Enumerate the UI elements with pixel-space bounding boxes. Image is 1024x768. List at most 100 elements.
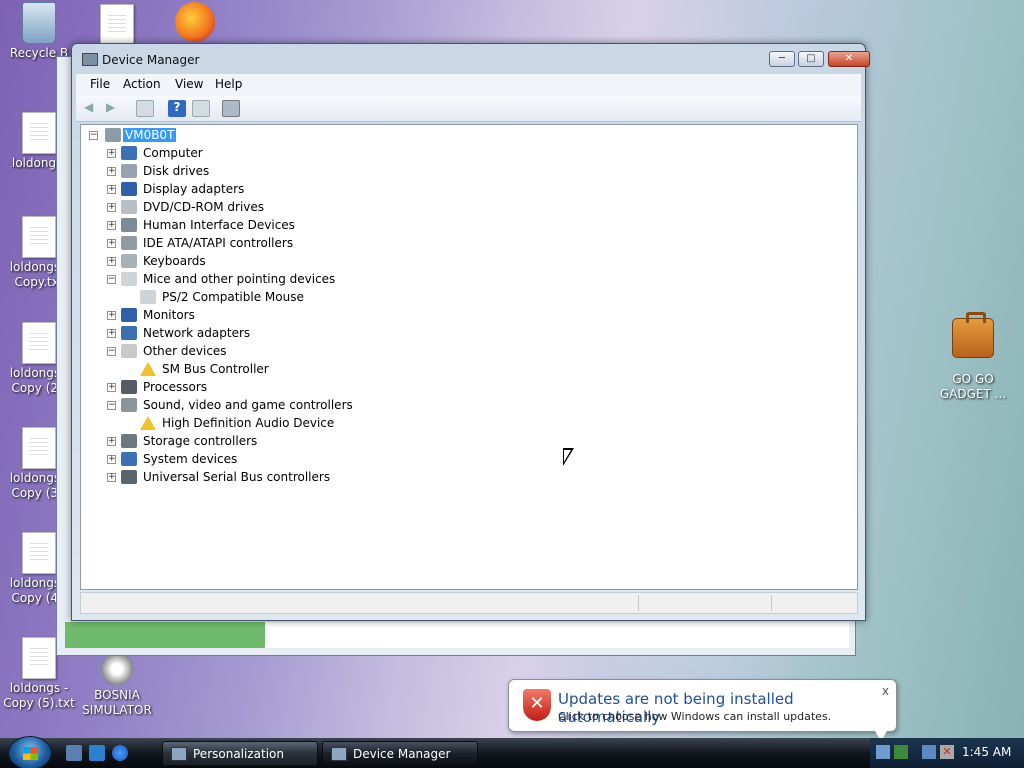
taskbar-button-personalization[interactable]: Personalization	[162, 741, 318, 766]
text-file-icon	[22, 427, 56, 469]
tree-item-label: Human Interface Devices	[143, 218, 295, 232]
tree-item-label: DVD/CD-ROM drives	[143, 200, 265, 214]
status-divider	[771, 595, 772, 611]
expand-toggle[interactable]: +	[107, 203, 116, 212]
collapse-toggle[interactable]: −	[107, 401, 116, 410]
collapse-toggle[interactable]: −	[107, 347, 116, 356]
taskbar: Personalization Device Manager ✕ 1:45 AM	[0, 736, 1024, 768]
tree-item-label: Computer	[143, 146, 203, 160]
progress-fill	[65, 622, 265, 648]
display-adapter-icon	[121, 182, 137, 196]
expand-toggle[interactable]: +	[107, 185, 116, 194]
expand-toggle[interactable]: +	[107, 311, 116, 320]
mouse-icon	[140, 290, 156, 304]
computer-icon	[121, 146, 137, 160]
tree-item-label: Storage controllers	[143, 434, 258, 448]
tree-item-label: Processors	[143, 380, 208, 394]
warning-icon	[140, 362, 156, 376]
tree-item-label: Network adapters	[143, 326, 251, 340]
forward-arrow-icon[interactable]: ▶	[106, 100, 124, 117]
expand-toggle[interactable]: +	[107, 383, 116, 392]
processor-icon	[121, 380, 137, 394]
internet-explorer-icon[interactable]	[112, 745, 128, 761]
disk-drive-icon	[121, 164, 137, 178]
firefox-desktop-icon[interactable]	[165, 2, 225, 44]
network-tray-icon[interactable]	[922, 745, 936, 759]
clock[interactable]: 1:45 AM	[962, 745, 1011, 759]
notification-close-button[interactable]: x	[882, 684, 889, 698]
properties-view-icon[interactable]	[136, 100, 154, 117]
notification-text[interactable]: Click to choose how Windows can install …	[558, 710, 831, 723]
desktop-icon-bosnia-simulator[interactable]: BOSNIA SIMULATOR	[78, 652, 156, 718]
computer-root-icon	[105, 128, 121, 142]
tree-item-label: Keyboards	[143, 254, 206, 268]
tree-item-label: High Definition Audio Device	[162, 416, 335, 430]
desktop-document-icon[interactable]	[92, 4, 142, 48]
text-file-icon	[22, 532, 56, 574]
update-notification[interactable]: ✕ Updates are not being installed automa…	[508, 679, 897, 741]
window-title: Device Manager	[102, 53, 200, 67]
desktop-icon-label: GO GO GADGET ...	[939, 372, 1007, 401]
expand-toggle[interactable]: +	[107, 167, 116, 176]
menu-action[interactable]: Action	[123, 77, 161, 91]
expand-toggle[interactable]: +	[107, 437, 116, 446]
menu-bar: File Action View Help	[76, 74, 861, 96]
expand-toggle[interactable]: +	[107, 455, 116, 464]
show-desktop-icon[interactable]	[66, 745, 82, 761]
text-file-icon	[22, 322, 56, 364]
help-icon[interactable]: ?	[168, 100, 186, 117]
tree-item-label: IDE ATA/ATAPI controllers	[143, 236, 294, 250]
keyboard-icon	[121, 254, 137, 268]
network-adapter-icon	[121, 326, 137, 340]
title-bar[interactable]: Device Manager ─ □ ✕	[72, 44, 870, 74]
maximize-button[interactable]: □	[798, 51, 824, 67]
security-tray-icon[interactable]	[894, 745, 908, 759]
minimize-button[interactable]: ─	[769, 51, 795, 67]
device-manager-icon	[331, 747, 347, 761]
tree-item-label: Other devices	[143, 344, 227, 358]
switch-windows-icon[interactable]	[89, 745, 105, 761]
firefox-icon	[175, 2, 215, 42]
menu-help[interactable]: Help	[215, 77, 242, 91]
taskbar-button-device-manager[interactable]: Device Manager	[322, 741, 478, 766]
collapse-toggle[interactable]: −	[107, 275, 116, 284]
back-arrow-icon[interactable]: ◀	[84, 100, 102, 117]
expand-toggle[interactable]: +	[107, 329, 116, 338]
tree-item-label: Monitors	[143, 308, 195, 322]
mouse-icon	[121, 272, 137, 286]
recycle-bin-icon	[22, 2, 56, 44]
tree-item-label: Disk drives	[143, 164, 210, 178]
menu-file[interactable]: File	[90, 77, 110, 91]
volume-muted-icon[interactable]: ✕	[940, 745, 954, 759]
scan-hardware-icon[interactable]	[222, 100, 240, 117]
details-view-icon[interactable]	[192, 100, 210, 117]
close-button[interactable]: ✕	[828, 51, 870, 67]
personalization-icon	[171, 747, 187, 761]
desktop-icon-label: BOSNIA SIMULATOR	[82, 688, 152, 717]
windows-update-tray-icon[interactable]	[876, 745, 890, 759]
hid-icon	[121, 218, 137, 232]
desktop-icon-recycle-bin[interactable]: Recycle B	[0, 2, 78, 61]
device-tree: − VM0B0T + Computer + Disk drives + Display a…	[80, 124, 858, 590]
speaker-icon	[121, 398, 137, 412]
menu-view[interactable]: View	[175, 77, 203, 91]
tree-root-label: VM0B0T	[123, 128, 177, 142]
start-button[interactable]	[8, 736, 52, 768]
unknown-device-icon	[121, 344, 137, 358]
tree-item-label: PS/2 Compatible Mouse	[162, 290, 304, 304]
taskbar-button-label: Personalization	[193, 747, 284, 761]
status-divider	[638, 595, 639, 611]
tree-item-label: Display adapters	[143, 182, 245, 196]
expand-toggle[interactable]: +	[107, 221, 116, 230]
status-bar	[80, 592, 858, 614]
system-tray: ✕ 1:45 AM	[870, 738, 1024, 768]
expand-toggle[interactable]: +	[107, 239, 116, 248]
desktop-icon-go-go-gadget[interactable]: GO GO GADGET ...	[934, 312, 1012, 402]
collapse-toggle[interactable]: −	[89, 131, 98, 140]
expand-toggle[interactable]: +	[107, 257, 116, 266]
expand-toggle[interactable]: +	[107, 473, 116, 482]
expand-toggle[interactable]: +	[107, 149, 116, 158]
dvd-drive-icon	[121, 200, 137, 214]
tree-item-label: Sound, video and game controllers	[143, 398, 353, 412]
usb-icon	[121, 470, 137, 484]
